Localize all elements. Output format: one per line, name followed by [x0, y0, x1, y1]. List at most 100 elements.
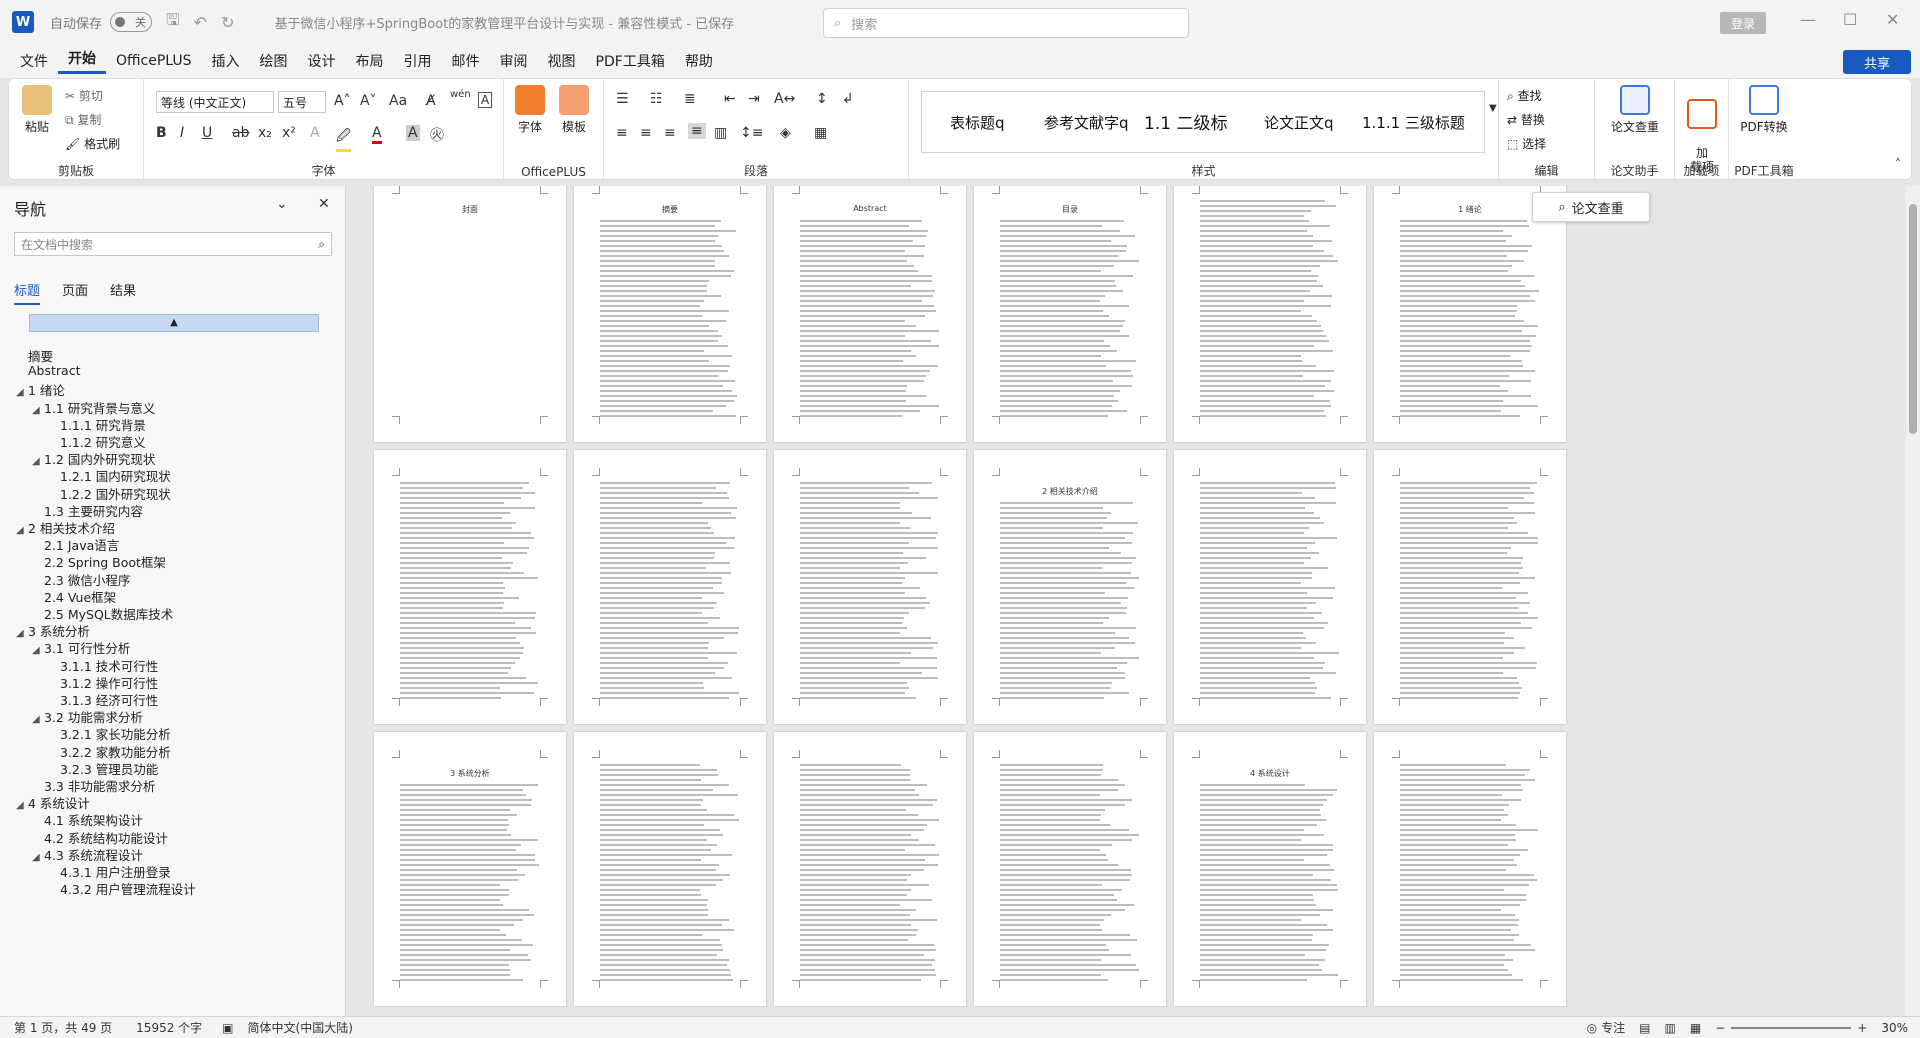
addin-button[interactable]: 加 载项: [1679, 85, 1725, 174]
officeplus-template-button[interactable]: 模板: [556, 85, 592, 135]
nav-heading-item[interactable]: 3.1.3 经济可行性: [48, 690, 158, 709]
nav-heading-item[interactable]: 1.2.1 国内研究现状: [48, 466, 171, 485]
language-status[interactable]: 简体中文(中国大陆): [248, 1019, 353, 1036]
page-thumbnail[interactable]: [574, 732, 766, 1006]
expand-arrow-icon[interactable]: ◢: [16, 800, 28, 811]
page-thumbnail[interactable]: Abstract: [774, 186, 966, 442]
scrollbar-thumb[interactable]: [1909, 204, 1917, 434]
expand-arrow-icon[interactable]: ◢: [32, 852, 44, 863]
multilevel-list-icon[interactable]: ≣: [684, 91, 696, 107]
page-thumbnail[interactable]: 摘要: [574, 186, 766, 442]
increase-indent-icon[interactable]: ⇥: [748, 91, 760, 107]
nav-heading-item[interactable]: ◢ 1.1 研究背景与意义: [32, 398, 155, 417]
officeplus-font-button[interactable]: 字体: [512, 85, 548, 135]
login-button[interactable]: 登录: [1720, 12, 1766, 34]
zoom-level[interactable]: 30%: [1881, 1021, 1908, 1035]
sort-icon[interactable]: ↕: [816, 91, 828, 107]
expand-arrow-icon[interactable]: ◢: [16, 525, 28, 536]
nav-heading-item[interactable]: 3.1.2 操作可行性: [48, 673, 158, 692]
change-case-icon[interactable]: Aa: [389, 93, 407, 109]
page-thumbnail[interactable]: [974, 732, 1166, 1006]
nav-heading-item[interactable]: ◢ 3 系统分析: [16, 621, 90, 640]
italic-icon[interactable]: I: [180, 125, 184, 141]
paper-check-float-button[interactable]: ⌕ 论文查重: [1532, 192, 1650, 222]
replace-button[interactable]: ⇄ 替换: [1507, 111, 1545, 128]
shading-icon[interactable]: ◈: [780, 125, 791, 141]
autosave-toggle[interactable]: 关: [110, 12, 153, 32]
page-thumbnail[interactable]: 目录: [974, 186, 1166, 442]
nav-heading-item[interactable]: 2.5 MySQL数据库技术: [32, 604, 173, 623]
document-title[interactable]: 基于微信小程序+SpringBoot的家教管理平台设计与实现 - 兼容性模式 -…: [274, 13, 734, 32]
expand-arrow-icon[interactable]: ◢: [16, 628, 28, 639]
page-count-status[interactable]: 第 1 页，共 49 页: [14, 1019, 112, 1036]
copy-button[interactable]: ⧉ 复制: [65, 111, 101, 128]
font-color-icon[interactable]: A: [372, 125, 382, 144]
menu-pdf-tools[interactable]: PDF工具箱: [586, 51, 675, 71]
highlight-color-icon[interactable]: 🖉: [336, 125, 351, 152]
nav-options-icon[interactable]: ⌄: [276, 196, 288, 212]
zoom-in-icon[interactable]: +: [1857, 1021, 1867, 1035]
nav-heading-item[interactable]: 3.2.2 家教功能分析: [48, 742, 171, 761]
align-right-icon[interactable]: ≡: [664, 125, 676, 141]
menu-view[interactable]: 视图: [538, 51, 586, 71]
print-layout-icon[interactable]: ▥: [1665, 1021, 1676, 1035]
page-thumbnail[interactable]: 2 相关技术介绍: [974, 450, 1166, 724]
style-table-title[interactable]: 表标题q: [950, 112, 1005, 133]
page-thumbnail[interactable]: [774, 450, 966, 724]
format-painter-button[interactable]: 🖌 格式刷: [65, 135, 120, 152]
menu-review[interactable]: 审阅: [490, 51, 538, 71]
nav-heading-item[interactable]: 1.1.1 研究背景: [48, 415, 146, 434]
page-thumbnail[interactable]: 1 绪论: [1374, 186, 1566, 442]
vertical-scrollbar[interactable]: [1906, 186, 1920, 1016]
align-left-icon[interactable]: ≡: [616, 125, 628, 141]
nav-heading-item[interactable]: 3.1.1 技术可行性: [48, 656, 158, 675]
decrease-indent-icon[interactable]: ⇤: [724, 91, 736, 107]
cut-button[interactable]: ✂ 剪切: [65, 87, 103, 104]
expand-arrow-icon[interactable]: ◢: [16, 387, 28, 398]
clear-format-icon[interactable]: A̸: [426, 93, 436, 109]
share-button[interactable]: 共享: [1843, 50, 1911, 74]
line-spacing-icon[interactable]: ↕≡: [740, 125, 763, 141]
read-mode-icon[interactable]: ▤: [1639, 1021, 1650, 1035]
subscript-icon[interactable]: x₂: [258, 125, 272, 141]
paper-check-button[interactable]: 论文查重: [1599, 85, 1671, 135]
maximize-icon[interactable]: ☐: [1843, 10, 1857, 29]
expand-arrow-icon[interactable]: ◢: [32, 456, 44, 467]
page-thumbnail[interactable]: 3 系统分析: [374, 732, 566, 1006]
nav-heading-item[interactable]: ◢ 4 系统设计: [16, 793, 90, 812]
zoom-out-icon[interactable]: −: [1715, 1021, 1725, 1035]
search-input[interactable]: ⌕ 搜索: [823, 8, 1189, 38]
nav-heading-item[interactable]: 4.2 系统结构功能设计: [32, 828, 168, 847]
page-thumbnail[interactable]: [1174, 450, 1366, 724]
bullets-icon[interactable]: ☰: [616, 91, 629, 107]
pdf-convert-button[interactable]: PDF转换: [1731, 85, 1797, 135]
menu-help[interactable]: 帮助: [675, 51, 723, 71]
nav-search-input[interactable]: 在文档中搜索 ⌕: [14, 232, 332, 256]
nav-heading-item[interactable]: 3.2.3 管理员功能: [48, 759, 158, 778]
nav-heading-item[interactable]: 2.3 微信小程序: [32, 570, 130, 589]
style-reference-char[interactable]: 参考文献字q: [1044, 112, 1129, 133]
paste-button[interactable]: 粘贴: [17, 85, 57, 135]
page-thumbnail[interactable]: [774, 732, 966, 1006]
tab-results[interactable]: 结果: [110, 280, 136, 305]
char-shading-icon[interactable]: A: [406, 125, 420, 141]
menu-mailings[interactable]: 邮件: [442, 51, 490, 71]
collapse-ribbon-icon[interactable]: ˄: [1895, 157, 1901, 171]
nav-heading-item[interactable]: 1.1.2 研究意义: [48, 432, 146, 451]
save-icon[interactable]: 🖫: [166, 9, 180, 36]
nav-heading-item[interactable]: Abstract: [16, 363, 80, 378]
show-marks-icon[interactable]: ↲: [842, 91, 854, 107]
style-body-text[interactable]: 论文正文q: [1264, 112, 1334, 133]
nav-heading-item[interactable]: 1.3 主要研究内容: [32, 501, 143, 520]
expand-arrow-icon[interactable]: ◢: [32, 714, 44, 725]
menu-layout[interactable]: 布局: [346, 51, 394, 71]
distributed-icon[interactable]: ▥: [714, 125, 727, 141]
nav-scroll-up-button[interactable]: ▲: [29, 314, 319, 332]
menu-home[interactable]: 开始: [58, 48, 106, 74]
text-effects-icon[interactable]: A: [310, 125, 320, 141]
page-thumbnail[interactable]: 封面: [374, 186, 566, 442]
page-thumbnail[interactable]: [1374, 732, 1566, 1006]
shrink-font-icon[interactable]: A˅: [360, 93, 377, 109]
word-count-status[interactable]: 15952 个字: [136, 1019, 202, 1036]
page-thumbnail[interactable]: [374, 450, 566, 724]
